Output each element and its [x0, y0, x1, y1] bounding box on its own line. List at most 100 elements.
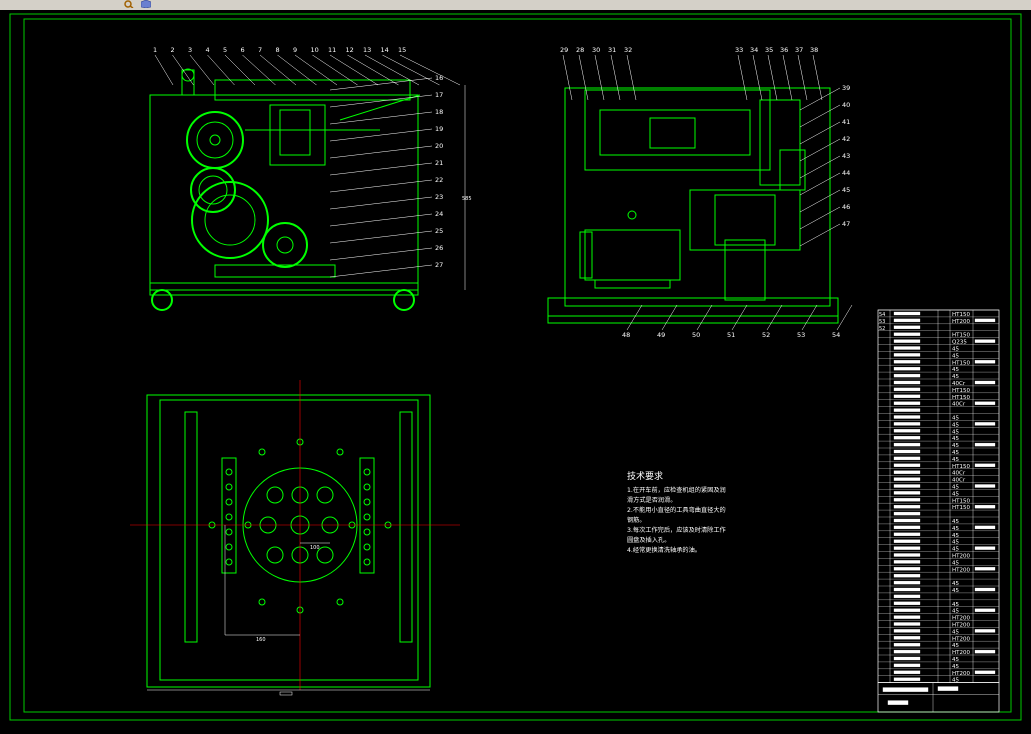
tech-req-line: 3.每次工作完后，应该及时清除工作	[627, 527, 726, 534]
part-number-label: 20	[435, 142, 443, 150]
leader-line	[782, 54, 793, 101]
part-number-label: 42	[842, 135, 850, 143]
bom-name-cell	[893, 539, 921, 543]
bom-name-cell	[893, 367, 921, 371]
part-number-label: 44	[842, 169, 850, 177]
cube-icon[interactable]	[141, 0, 151, 8]
bom-material: 45	[952, 353, 959, 359]
leader-line	[799, 138, 841, 162]
bom-name-cell	[893, 491, 921, 495]
part-number-label: 14	[381, 46, 389, 54]
bom-note-cell	[974, 360, 996, 364]
bom-name-cell	[893, 498, 921, 502]
bom-name-cell	[893, 553, 921, 557]
big-gear	[191, 181, 269, 259]
bom-name-cell	[893, 325, 921, 329]
output-shaft	[724, 239, 766, 301]
part-number-label: 37	[795, 46, 803, 54]
upper-gearbox	[584, 89, 771, 171]
bom-note-cell	[974, 587, 996, 592]
pin-hole	[225, 483, 233, 491]
side-view-housing	[564, 87, 831, 307]
part-number-label: 11	[328, 46, 336, 54]
part-number-label: 53	[797, 331, 805, 339]
bom-material: HT200	[952, 554, 970, 560]
bom-part-no: 52	[879, 326, 885, 332]
tech-req-line: 1.在开车前，应检查机组的紧固及润	[627, 487, 726, 494]
bom-name-cell	[893, 615, 921, 619]
motor-eye	[627, 210, 637, 220]
bending-hole	[266, 486, 284, 504]
lower-gearbox	[689, 189, 801, 251]
bom-name-cell	[893, 580, 921, 585]
leader-line	[799, 206, 841, 230]
bom-material: 45	[952, 491, 959, 497]
bom-name-cell	[893, 677, 921, 681]
bom-material: HT200	[952, 650, 970, 656]
bom-name-cell	[893, 594, 921, 599]
leader-line	[329, 264, 433, 278]
part-number-label: 5	[223, 46, 227, 54]
dimension-text: 585	[462, 196, 472, 202]
leader-line	[562, 54, 573, 101]
leader-line	[329, 247, 433, 261]
leader-line	[329, 145, 433, 159]
bom-material: 40Cr	[952, 478, 966, 484]
bom-name-cell	[893, 380, 921, 385]
zoom-icon[interactable]	[124, 0, 134, 8]
pin-hole	[363, 558, 371, 566]
bom-note-cell	[974, 422, 996, 426]
bom-note-cell	[974, 442, 996, 447]
leader-line	[626, 54, 637, 101]
bom-note-cell	[974, 629, 996, 633]
part-number-label: 22	[435, 176, 443, 184]
small-gear-inner	[276, 236, 294, 254]
leader-line	[329, 196, 433, 210]
bom-name-cell	[893, 346, 921, 350]
bom-material: HT150	[952, 505, 970, 511]
bom-note-cell	[974, 567, 996, 571]
bom-material: 45	[952, 581, 959, 587]
motor-base	[214, 264, 336, 278]
bom-name-cell	[893, 394, 921, 398]
bom-name-cell	[893, 656, 921, 661]
bom-name-cell	[893, 463, 921, 467]
part-number-label: 13	[363, 46, 371, 54]
part-number-label: 34	[750, 46, 758, 54]
bom-material: 40Cr	[952, 381, 966, 387]
technical-requirements-title: 技术要求	[627, 472, 664, 482]
bom-name-cell	[893, 587, 921, 592]
bom-name-cell	[893, 456, 921, 461]
bom-name-cell	[893, 670, 921, 674]
dimension-text: 100	[310, 545, 320, 551]
bom-material: 45	[952, 609, 959, 615]
part-number-label: 27	[435, 261, 443, 269]
bom-material: HT200	[952, 623, 970, 629]
dimension-text-box	[279, 691, 293, 696]
part-number-label: 6	[241, 46, 245, 54]
bom-material: 45	[952, 374, 959, 380]
inner-frame	[23, 18, 1012, 713]
part-number-label: 47	[842, 220, 850, 228]
bom-note-cell	[974, 649, 996, 654]
left-rail	[184, 411, 198, 643]
bom-material: 45	[952, 547, 959, 553]
bom-material: HT150	[952, 312, 970, 318]
part-number-label: 48	[622, 331, 630, 339]
leader-line	[661, 304, 678, 331]
bom-note-cell	[974, 463, 996, 467]
leader-line	[797, 54, 808, 101]
bom-name-cell	[893, 339, 921, 343]
bom-note-cell	[974, 484, 996, 488]
part-number-label: 16	[435, 74, 443, 82]
bolt-hole	[258, 448, 266, 456]
bom-material: 45	[952, 588, 959, 594]
cad-canvas[interactable]: 1 2 3 4 5 6 7 8 9 10 11 12 13 14 15 16 17 18 19 20 21 22 23 24 2…	[0, 10, 1031, 734]
bom-note-cell	[974, 608, 996, 612]
upper-pulley-inner	[196, 121, 234, 159]
bom-name-cell	[893, 429, 921, 433]
bom-name-cell	[893, 629, 921, 633]
bom-material: HT200	[952, 616, 970, 622]
bom-material: HT200	[952, 567, 970, 573]
leader-line	[329, 128, 433, 142]
